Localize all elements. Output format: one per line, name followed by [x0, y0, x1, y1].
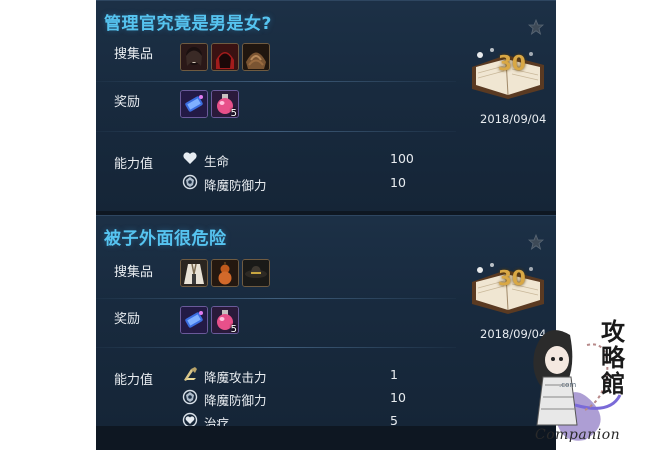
collection-panel: 管理官究竟是男是女? 搜集品 奖励 5 能力值 生命 100 降魔防御力 10 … [96, 0, 556, 450]
collection-card: 管理官究竟是男是女? 搜集品 奖励 5 能力值 生命 100 降魔防御力 10 … [96, 0, 556, 211]
divider [96, 81, 456, 82]
stat-value: 10 [390, 390, 406, 405]
divider [96, 298, 456, 299]
watermark-domain: .com [559, 381, 577, 389]
scroll-item-icon [181, 307, 207, 333]
defense-icon [182, 389, 198, 405]
hair-item-icon [212, 44, 238, 70]
favorite-star-icon[interactable] [528, 234, 544, 250]
stat-value: 10 [390, 175, 406, 190]
stat-name: 降魔防御力 [204, 178, 267, 193]
hair-item-icon [243, 44, 269, 70]
watermark-text: Companion [535, 427, 621, 443]
card-title: 被子外面很危险 [104, 229, 227, 249]
stat-value: 1 [390, 367, 398, 382]
defense-icon [182, 174, 198, 190]
reward-slot[interactable]: 5 [211, 90, 239, 118]
reward-slot[interactable]: 5 [211, 306, 239, 334]
divider [96, 347, 456, 348]
stats-label: 能力值 [114, 157, 154, 172]
reward-slot[interactable] [180, 90, 208, 118]
stat-value: 100 [390, 151, 414, 166]
collectible-slot[interactable] [180, 43, 208, 71]
heal-icon [182, 412, 198, 426]
stat-name: 治疗 [204, 416, 230, 426]
watermark-logo: 攻略館 .com Companion [515, 315, 650, 450]
collection-card: 被子外面很危险 搜集品 奖励 5 能力值 降魔攻击力 1 降魔防御力 10 治疗… [96, 215, 556, 426]
stat-name: 降魔攻击力 [204, 370, 267, 385]
collectible-slot[interactable] [242, 259, 270, 287]
reward-slot[interactable] [180, 306, 208, 334]
hair-item-icon [181, 44, 207, 70]
collectible-slot[interactable] [211, 43, 239, 71]
hat-item-icon [243, 260, 269, 286]
stat-name: 降魔防御力 [204, 393, 267, 408]
watermark-calligraphy: 攻略館 [601, 317, 625, 398]
card-title: 管理官究竟是男是女? [104, 14, 272, 34]
collectible-slot[interactable] [180, 259, 208, 287]
robe-item-icon [181, 260, 207, 286]
book-level: 30 [498, 51, 526, 75]
reward-count: 5 [230, 324, 237, 334]
unlock-date: 2018/09/04 [480, 112, 547, 126]
heart-icon [183, 152, 197, 164]
collectible-slot[interactable] [242, 43, 270, 71]
gourd-item-icon [212, 260, 238, 286]
divider [96, 131, 456, 132]
scroll-item-icon [181, 91, 207, 117]
collectible-slot[interactable] [211, 259, 239, 287]
attack-icon [184, 367, 197, 381]
favorite-star-icon[interactable] [528, 19, 544, 35]
stats-label: 能力值 [114, 373, 154, 388]
book-level: 30 [498, 266, 526, 290]
stat-name: 生命 [204, 154, 230, 169]
stat-value: 5 [390, 413, 398, 426]
reward-count: 5 [230, 108, 237, 118]
